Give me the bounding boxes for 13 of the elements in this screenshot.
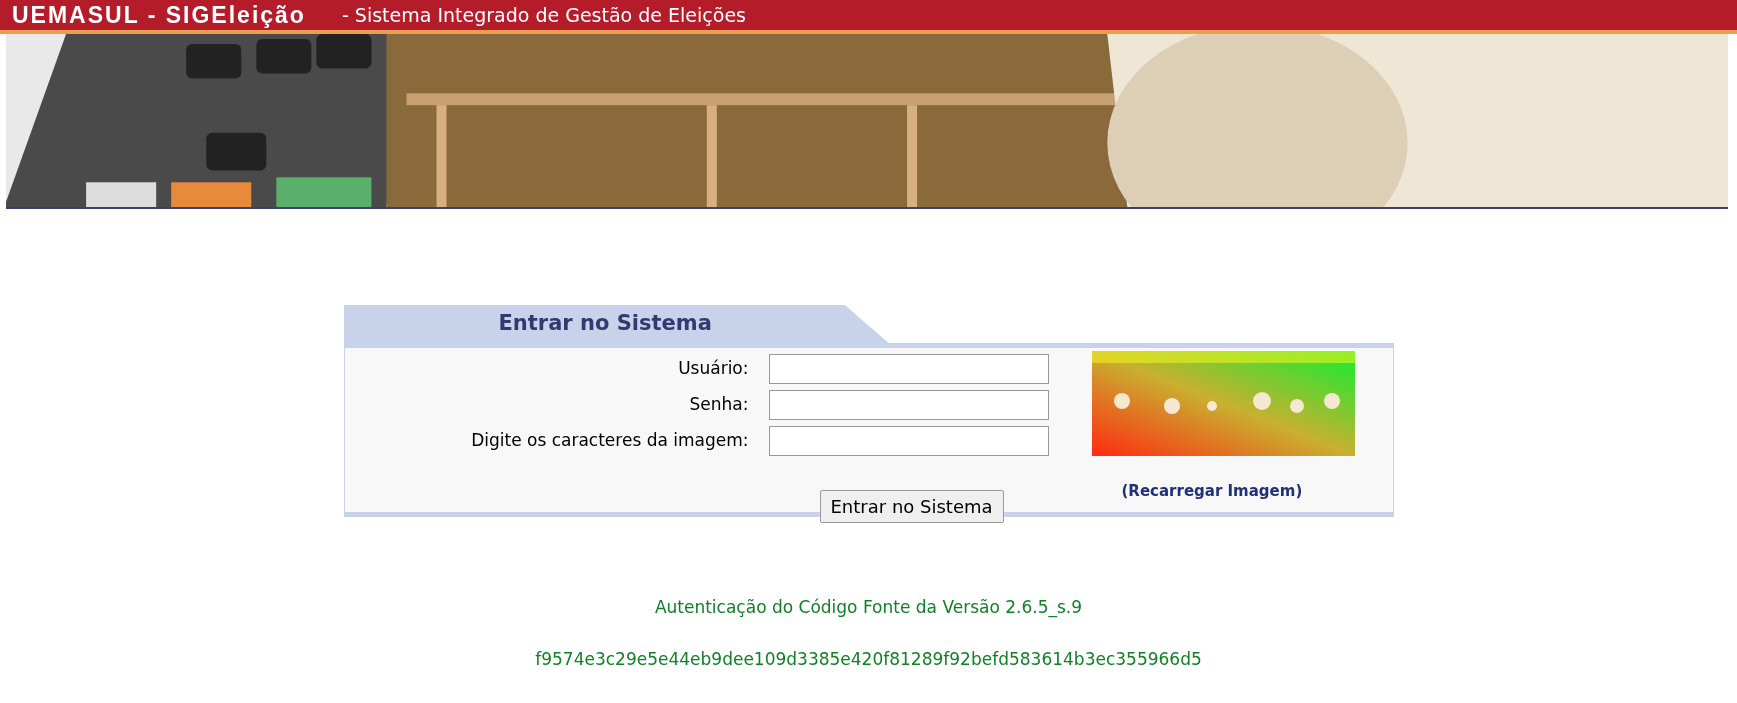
submit-button[interactable]: Entrar no Sistema [819, 490, 1004, 523]
version-text: Autenticação do Código Fonte da Versão 2.6.5_s.9 [653, 596, 1084, 620]
reload-link[interactable]: (Recarregar Imagem) [1121, 480, 1355, 503]
field-label: Usuário: [677, 357, 750, 381]
input-field[interactable] [768, 390, 1049, 420]
field-label: Senha: [688, 393, 750, 417]
input-field[interactable] [768, 426, 1049, 456]
app-subtitle: - Sistema Integrado de Gestão de Eleições [341, 2, 746, 28]
panel-title: Entrar no Sistema [498, 310, 712, 338]
input-field[interactable] [768, 354, 1049, 384]
app-title: UEMASUL - SIGEleição [12, 0, 306, 30]
hash-text: f9574e3c29e5e44eb9dee109d3385e420f81289f92befd583614b3ec355966d5 [534, 647, 1203, 671]
field-label: Digite os caracteres da imagem: [470, 429, 750, 453]
